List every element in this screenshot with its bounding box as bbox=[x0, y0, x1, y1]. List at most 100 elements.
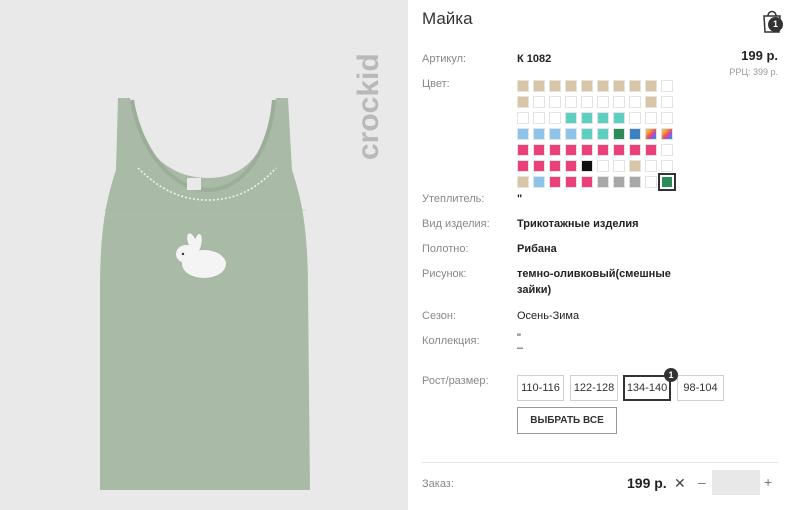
color-swatch[interactable] bbox=[661, 144, 673, 156]
color-swatch[interactable] bbox=[533, 176, 545, 188]
color-swatch[interactable] bbox=[613, 144, 625, 156]
color-swatch[interactable] bbox=[533, 96, 545, 108]
color-swatch[interactable] bbox=[565, 176, 577, 188]
color-swatch[interactable] bbox=[645, 112, 657, 124]
color-swatch[interactable] bbox=[597, 144, 609, 156]
color-swatch[interactable] bbox=[597, 128, 609, 140]
size-label: Рост/размер: bbox=[422, 375, 489, 387]
spec-value-type: Трикотажные изделия bbox=[517, 218, 639, 230]
spec-value-pattern: темно-оливковый(смешные зайки) bbox=[517, 268, 671, 296]
select-all-button[interactable]: ВЫБРАТЬ ВСЕ bbox=[517, 407, 617, 434]
color-swatch[interactable] bbox=[629, 176, 641, 188]
color-swatch[interactable] bbox=[597, 80, 609, 92]
order-label: Заказ: bbox=[422, 478, 454, 490]
color-swatch[interactable] bbox=[629, 128, 641, 140]
color-swatch[interactable] bbox=[661, 96, 673, 108]
spec-label-fabric: Полотно: bbox=[422, 243, 469, 255]
spec-value-season: Осень-Зима bbox=[517, 310, 580, 322]
cart-count-badge: 1 bbox=[768, 17, 783, 32]
color-swatch[interactable] bbox=[517, 96, 529, 108]
color-swatch[interactable] bbox=[517, 144, 529, 156]
color-swatch[interactable] bbox=[613, 112, 625, 124]
color-swatch[interactable] bbox=[517, 160, 529, 172]
size-count-badge: 1 bbox=[664, 368, 678, 382]
color-swatch[interactable] bbox=[581, 128, 593, 140]
color-swatch[interactable] bbox=[645, 144, 657, 156]
color-swatch[interactable] bbox=[517, 80, 529, 92]
color-swatch[interactable] bbox=[645, 176, 657, 188]
spec-label-pattern: Рисунок: bbox=[422, 268, 467, 280]
color-swatch[interactable] bbox=[597, 160, 609, 172]
color-swatch[interactable] bbox=[597, 96, 609, 108]
color-swatch[interactable] bbox=[565, 160, 577, 172]
spec-label-article: Артикул: bbox=[422, 53, 467, 65]
color-swatch[interactable] bbox=[661, 160, 673, 172]
color-swatch[interactable] bbox=[581, 112, 593, 124]
color-swatch[interactable] bbox=[581, 160, 593, 172]
color-swatch[interactable] bbox=[517, 128, 529, 140]
color-swatch[interactable] bbox=[549, 160, 561, 172]
spec-value-fabric: Рибана bbox=[517, 243, 557, 255]
color-swatch[interactable] bbox=[597, 112, 609, 124]
size-button-134-140[interactable]: 134-140 bbox=[623, 375, 671, 401]
color-swatch[interactable] bbox=[565, 112, 577, 124]
color-swatch[interactable] bbox=[533, 144, 545, 156]
color-swatch[interactable] bbox=[613, 128, 625, 140]
color-swatch[interactable] bbox=[533, 128, 545, 140]
color-swatch[interactable] bbox=[549, 112, 561, 124]
spec-value-collection: " – bbox=[517, 332, 524, 354]
color-swatch[interactable] bbox=[597, 176, 609, 188]
color-swatch[interactable] bbox=[549, 96, 561, 108]
color-swatch[interactable] bbox=[565, 144, 577, 156]
color-swatch[interactable] bbox=[549, 80, 561, 92]
spec-value-article: К 1082 bbox=[517, 53, 552, 65]
color-swatch[interactable] bbox=[581, 176, 593, 188]
spec-label-type: Вид изделия: bbox=[422, 218, 490, 230]
color-swatch[interactable] bbox=[613, 80, 625, 92]
color-swatch[interactable] bbox=[629, 160, 641, 172]
color-swatch[interactable] bbox=[565, 128, 577, 140]
decrease-button[interactable]: – bbox=[698, 474, 706, 490]
color-swatch[interactable] bbox=[517, 112, 529, 124]
color-swatch[interactable] bbox=[613, 176, 625, 188]
color-swatch[interactable] bbox=[661, 80, 673, 92]
tank-top-image bbox=[100, 98, 310, 490]
rrp-price: РРЦ: 399 р. bbox=[729, 67, 778, 77]
color-swatch[interactable] bbox=[613, 160, 625, 172]
spec-label-color: Цвет: bbox=[422, 78, 450, 90]
color-swatch[interactable] bbox=[549, 176, 561, 188]
color-swatch[interactable] bbox=[613, 96, 625, 108]
color-swatch[interactable] bbox=[533, 80, 545, 92]
close-icon[interactable]: ✕ bbox=[674, 475, 686, 492]
size-button-122-128[interactable]: 122-128 bbox=[570, 375, 618, 401]
color-swatch[interactable] bbox=[549, 144, 561, 156]
quantity-input[interactable] bbox=[712, 470, 760, 495]
color-swatch[interactable] bbox=[533, 112, 545, 124]
divider bbox=[422, 462, 778, 463]
color-swatch[interactable] bbox=[581, 80, 593, 92]
color-swatch[interactable] bbox=[629, 144, 641, 156]
color-swatch[interactable] bbox=[629, 80, 641, 92]
color-swatch[interactable] bbox=[658, 173, 676, 191]
spec-label-season: Сезон: bbox=[422, 310, 456, 322]
size-button-98-104[interactable]: 98-104 bbox=[677, 375, 724, 401]
color-swatch[interactable] bbox=[517, 176, 529, 188]
color-swatch[interactable] bbox=[565, 96, 577, 108]
size-button-110-116[interactable]: 110-116 bbox=[517, 375, 564, 401]
color-swatch[interactable] bbox=[645, 80, 657, 92]
color-swatch[interactable] bbox=[581, 144, 593, 156]
color-swatch[interactable] bbox=[629, 112, 641, 124]
color-swatch[interactable] bbox=[645, 96, 657, 108]
product-photo[interactable]: crockid bbox=[0, 0, 408, 510]
increase-button[interactable]: + bbox=[764, 474, 772, 490]
color-swatch[interactable] bbox=[645, 128, 657, 140]
color-swatch[interactable] bbox=[565, 80, 577, 92]
product-title: Майка bbox=[422, 9, 473, 28]
color-swatch[interactable] bbox=[533, 160, 545, 172]
color-swatch[interactable] bbox=[645, 160, 657, 172]
color-swatch[interactable] bbox=[661, 112, 673, 124]
color-swatch[interactable] bbox=[549, 128, 561, 140]
color-swatch[interactable] bbox=[581, 96, 593, 108]
color-swatch[interactable] bbox=[629, 96, 641, 108]
color-swatch[interactable] bbox=[661, 128, 673, 140]
